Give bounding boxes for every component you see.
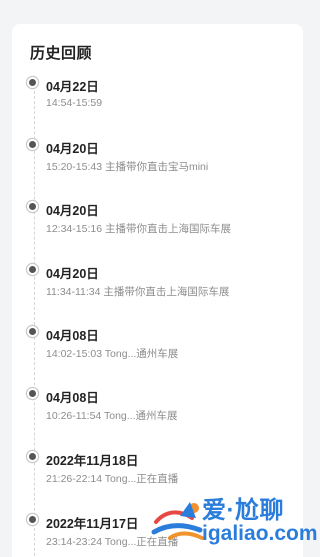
timeline-dot-icon (29, 390, 36, 397)
entry-detail: 21:26-22:14 Tong...正在直播 (46, 473, 179, 485)
history-entry[interactable]: 04月08日 10:26-11:54 Tong...通州车展 (12, 387, 303, 431)
timeline-dot-icon (29, 266, 36, 273)
entry-date: 2022年11月18日 (46, 454, 139, 468)
entry-date: 04月22日 (46, 80, 99, 94)
entry-date: 04月20日 (46, 142, 99, 156)
watermark-logo-icon (151, 502, 204, 540)
timeline-dot-icon (29, 79, 36, 86)
timeline-dot-icon (29, 516, 36, 523)
entry-detail: 11:34-11:34 主播带你直击上海国际车展 (46, 286, 230, 298)
site-watermark: 爱·尬聊 igaliao.com (150, 488, 318, 554)
history-card: 历史回顾 04月22日 14:54-15:59 04月20日 15:20-15:… (12, 24, 303, 557)
timeline-dot-icon (29, 203, 36, 210)
entry-detail: 12:34-15:16 主播带你直击上海国际车展 (46, 223, 231, 235)
history-entry[interactable]: 04月20日 15:20-15:43 主播带你直击宝马mini (12, 138, 303, 182)
timeline-dot-icon (29, 328, 36, 335)
entry-detail: 15:20-15:43 主播带你直击宝马mini (46, 161, 209, 173)
entry-date: 04月20日 (46, 204, 99, 218)
timeline-dot-icon (29, 141, 36, 148)
watermark-url: igaliao.com (202, 522, 318, 545)
timeline-dot-icon (29, 453, 36, 460)
entry-detail: 14:54-15:59 (46, 97, 103, 109)
watermark-title: 爱·尬聊 (202, 497, 284, 524)
history-entry[interactable]: 04月20日 12:34-15:16 主播带你直击上海国际车展 (12, 200, 303, 244)
entry-date: 2022年11月17日 (46, 517, 139, 531)
entry-date: 04月20日 (46, 267, 99, 281)
entry-date: 04月08日 (46, 329, 99, 343)
entry-date: 04月08日 (46, 391, 99, 405)
history-entry[interactable]: 04月22日 14:54-15:59 (12, 76, 303, 120)
entry-detail: 10:26-11:54 Tong...通州车展 (46, 410, 178, 422)
history-entry[interactable]: 04月08日 14:02-15:03 Tong...通州车展 (12, 325, 303, 369)
history-list: 04月22日 14:54-15:59 04月20日 15:20-15:43 主播… (12, 24, 303, 557)
entry-detail: 14:02-15:03 Tong...通州车展 (46, 348, 179, 360)
history-entry[interactable]: 04月20日 11:34-11:34 主播带你直击上海国际车展 (12, 263, 303, 307)
